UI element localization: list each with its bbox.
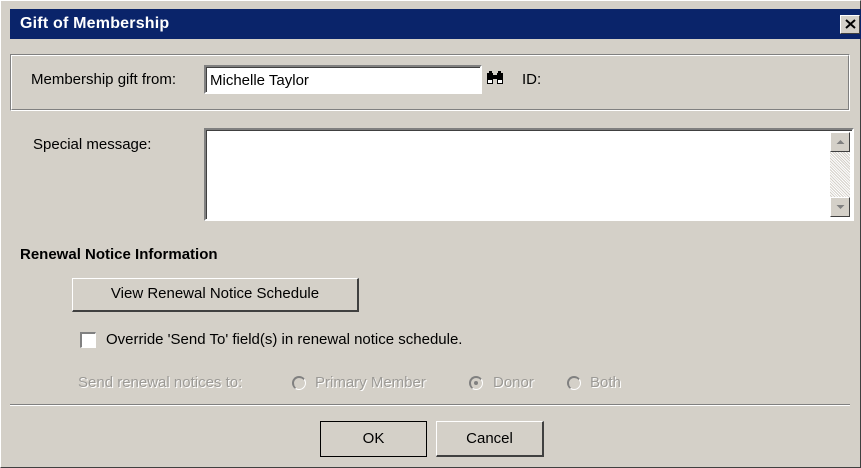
send-renewal-label: Send renewal notices to: (78, 374, 243, 391)
arrow-up-icon (836, 140, 845, 144)
radio-both[interactable] (567, 376, 581, 390)
gift-of-membership-dialog: Gift of Membership Membership gift from:… (0, 0, 861, 468)
ok-label: OK (362, 430, 385, 447)
close-icon (845, 19, 856, 29)
cancel-button[interactable]: Cancel (436, 421, 544, 457)
view-renewal-schedule-label: View Renewal Notice Schedule (110, 285, 320, 302)
radio-primary-member[interactable] (292, 376, 306, 390)
special-message-field[interactable] (204, 128, 854, 221)
cancel-label: Cancel (466, 430, 513, 447)
bottom-separator (10, 404, 850, 406)
radio-both-label: Both (590, 374, 621, 391)
title-bar: Gift of Membership (10, 9, 861, 39)
arrow-down-icon (836, 205, 845, 209)
message-scrollbar[interactable] (830, 132, 850, 217)
binoculars-icon[interactable] (485, 69, 505, 89)
gift-from-value: Michelle Taylor (210, 72, 309, 89)
renewal-section-heading: Renewal Notice Information (20, 246, 218, 263)
gift-from-label: Membership gift from: (31, 71, 177, 88)
close-button[interactable] (840, 15, 860, 34)
view-renewal-schedule-button[interactable]: View Renewal Notice Schedule (72, 278, 359, 312)
override-send-to-label: Override 'Send To' field(s) in renewal n… (106, 331, 463, 348)
special-message-label: Special message: (33, 136, 152, 153)
radio-donor-label: Donor (493, 374, 534, 391)
dialog-title: Gift of Membership (20, 15, 170, 32)
override-send-to-checkbox[interactable] (80, 332, 96, 348)
scroll-up-button[interactable] (830, 132, 850, 152)
radio-donor[interactable] (469, 376, 483, 390)
radio-primary-member-label: Primary Member (315, 374, 426, 391)
id-label: ID: (522, 71, 542, 88)
scroll-track[interactable] (830, 152, 850, 197)
scroll-down-button[interactable] (830, 197, 850, 217)
gift-from-field[interactable]: Michelle Taylor (204, 65, 482, 94)
ok-button[interactable]: OK (320, 421, 427, 457)
